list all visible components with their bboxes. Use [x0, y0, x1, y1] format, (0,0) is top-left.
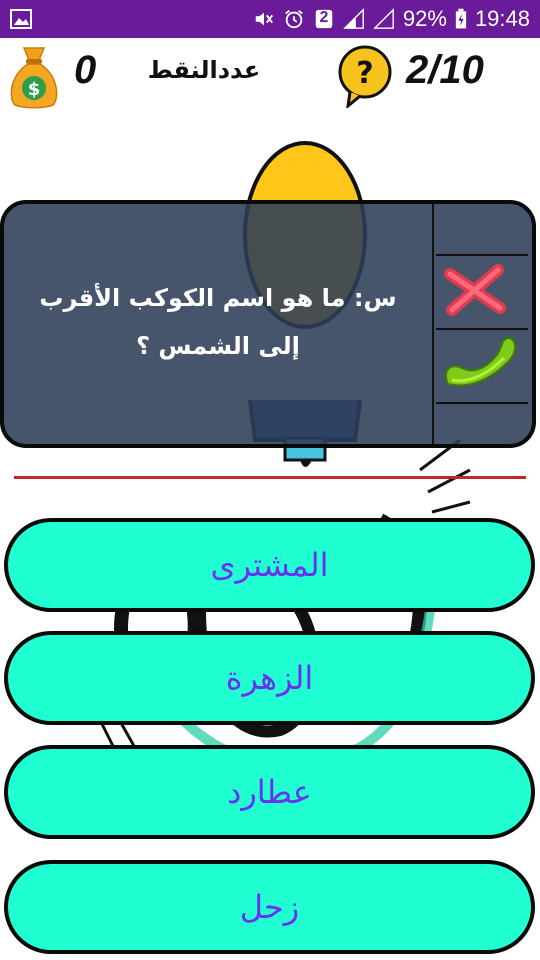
remove-answers-button[interactable]	[440, 260, 510, 320]
mute-icon	[255, 12, 273, 26]
money-symbol: $	[28, 79, 41, 100]
status-bar: 2 92% 19:48	[0, 0, 540, 38]
card-separator	[436, 402, 528, 404]
answer-label: عطارد	[227, 773, 312, 811]
gallery-icon	[10, 9, 32, 29]
sim-icon: 2	[313, 8, 335, 30]
answer-option-1[interactable]: المشترى	[4, 518, 535, 612]
answer-label: الزهرة	[225, 659, 314, 697]
question-bubble-icon[interactable]: ?	[336, 44, 394, 108]
call-friend-icon[interactable]	[440, 332, 520, 392]
answer-option-3[interactable]: عطارد	[4, 745, 535, 839]
money-bag-icon: $	[10, 47, 58, 109]
no-signal-icon	[373, 8, 394, 29]
signal-icon	[343, 8, 364, 29]
question-text: س: ما هو اسم الكوكب الأقرب إلى الشمس ؟	[39, 284, 397, 360]
divider-line	[14, 476, 526, 479]
answer-option-4[interactable]: زحل	[4, 860, 535, 954]
question-card: س: ما هو اسم الكوكب الأقرب إلى الشمس ؟	[0, 200, 536, 448]
sim-badge: 2	[319, 9, 329, 26]
score-value: 0	[74, 48, 97, 92]
card-separator	[436, 254, 528, 256]
battery-percent: 92%	[402, 6, 447, 31]
alarm-icon	[285, 10, 303, 29]
answer-option-2[interactable]: الزهرة	[4, 631, 535, 725]
card-separator	[436, 328, 528, 330]
battery-icon	[455, 8, 467, 29]
question-progress: 2/10	[406, 48, 484, 92]
score-label: عددالنقط	[147, 56, 261, 84]
answer-label: المشترى	[210, 546, 329, 584]
answer-label: زحل	[239, 888, 300, 926]
help-symbol: ?	[356, 56, 373, 91]
clock: 19:48	[474, 6, 530, 31]
card-divider	[432, 204, 434, 444]
